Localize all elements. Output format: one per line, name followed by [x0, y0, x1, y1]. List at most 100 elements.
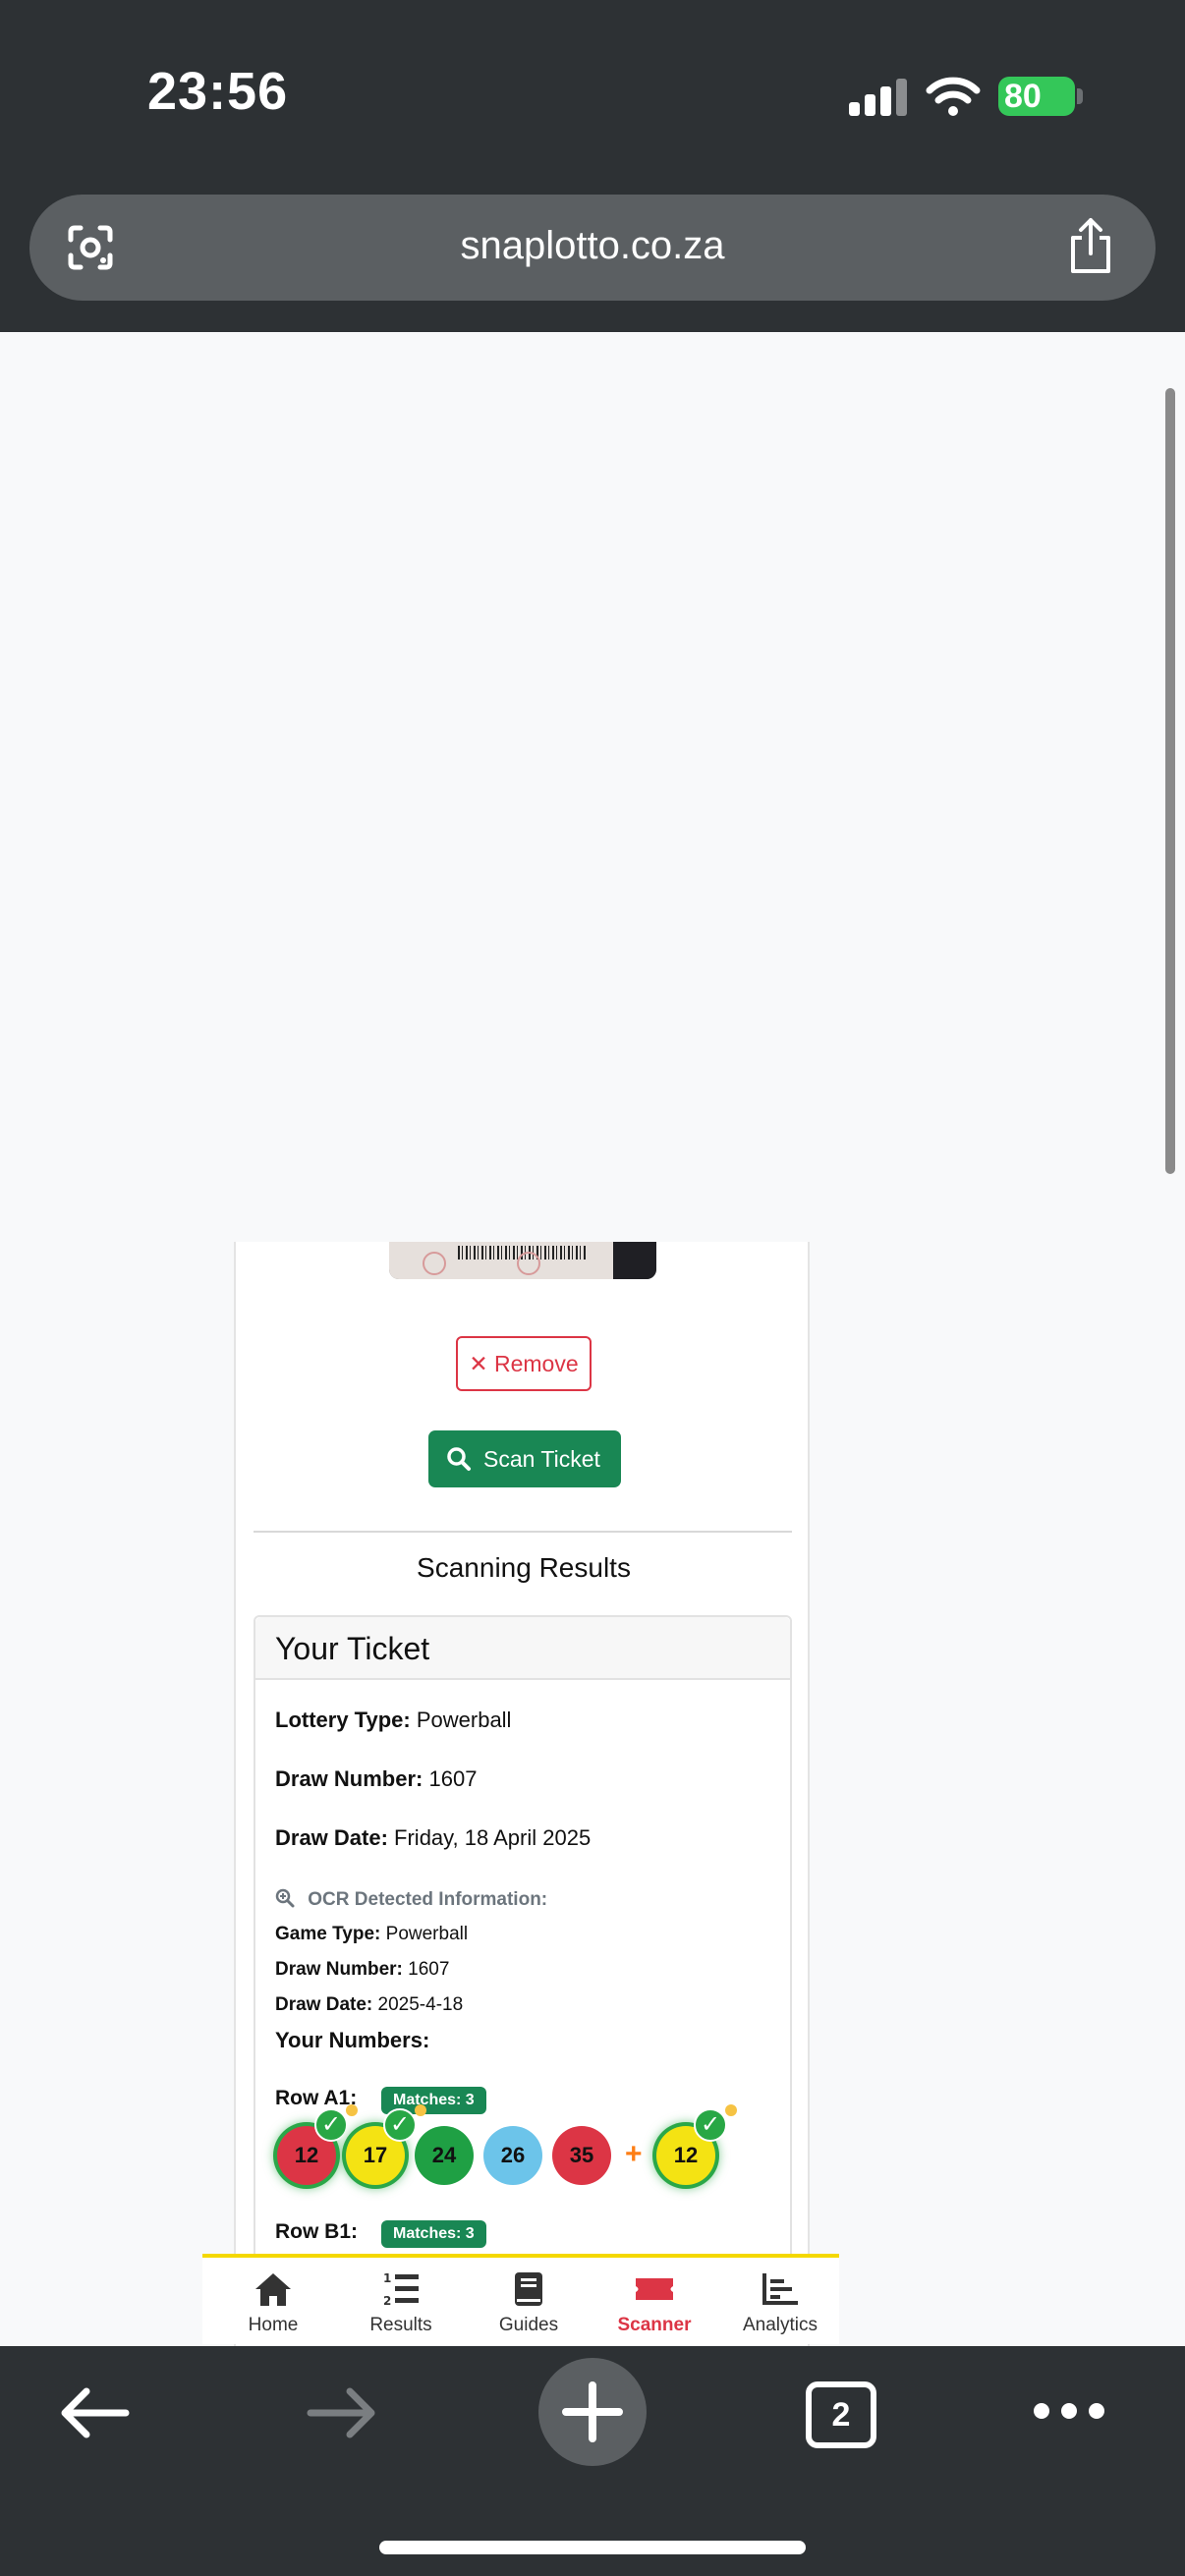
- section-divider: [254, 1531, 792, 1533]
- lotto-ball: 12 ✓: [277, 2104, 358, 2185]
- page-scrollbar[interactable]: [1165, 388, 1175, 1174]
- draw-date-value: Friday, 18 April 2025: [394, 1825, 592, 1850]
- ocr-info-heading: OCR Detected Information:: [275, 1888, 547, 1911]
- nav-home-label: Home: [248, 2315, 299, 2335]
- sparkle-icon: [415, 2104, 426, 2116]
- ticket-paper: [389, 1242, 613, 1279]
- ticket-stamp-icon: [423, 1252, 446, 1275]
- your-numbers-heading: Your Numbers:: [275, 2028, 430, 2052]
- ticket-details-card: Your Ticket Lottery Type: Powerball Draw…: [254, 1615, 792, 2323]
- lotto-ball: 24: [415, 2126, 474, 2185]
- draw-number-line: Draw Number: 1607: [275, 1766, 477, 1792]
- draw-date-line: Draw Date: Friday, 18 April 2025: [275, 1825, 591, 1851]
- home-indicator[interactable]: [379, 2541, 806, 2554]
- list-ordered-icon: 1 2: [383, 2271, 419, 2308]
- search-plus-icon: [275, 1888, 295, 1908]
- remove-button[interactable]: ✕ Remove: [456, 1336, 592, 1391]
- nav-home[interactable]: Home: [214, 2269, 332, 2336]
- remove-button-label: Remove: [494, 1351, 579, 1376]
- lottery-type-label: Lottery Type:: [275, 1708, 411, 1732]
- sparkle-icon: [725, 2104, 737, 2116]
- svg-text:2: 2: [383, 2294, 391, 2308]
- ocr-draw-number-label: Draw Number:: [275, 1959, 403, 1980]
- ocr-draw-date-value: 2025-4-18: [377, 1994, 464, 2015]
- row-label: Row A1:: [275, 2087, 358, 2109]
- share-icon[interactable]: [1065, 216, 1116, 275]
- ocr-draw-number-value: 1607: [408, 1959, 450, 1980]
- ball-number: 12: [294, 2143, 319, 2167]
- ticket-card-title: Your Ticket: [275, 1631, 430, 1666]
- results-title: Scanning Results: [417, 1552, 631, 1583]
- ocr-draw-date-line: Draw Date: 2025-4-18: [275, 1994, 463, 2016]
- browser-url-area: snaplotto.co.za: [0, 187, 1185, 332]
- lottery-type-value: Powerball: [416, 1708, 512, 1732]
- svg-text:1: 1: [383, 2271, 391, 2285]
- ocr-game-type-label: Game Type:: [275, 1924, 381, 1944]
- draw-date-label: Draw Date:: [275, 1825, 388, 1850]
- ocr-game-type-line: Game Type: Powerball: [275, 1924, 468, 1945]
- new-tab-button[interactable]: [538, 2358, 647, 2466]
- nav-results[interactable]: 1 2 Results: [342, 2269, 460, 2336]
- nav-results-label: Results: [369, 2315, 432, 2335]
- row-label: Row B1:: [275, 2220, 358, 2243]
- nav-scanner-label: Scanner: [617, 2315, 692, 2335]
- check-icon: ✓: [314, 2108, 348, 2142]
- page-viewport[interactable]: ✕ Remove Scan Ticket Scanning Results Yo…: [0, 332, 1185, 2346]
- tab-switcher-button[interactable]: 2: [806, 2381, 876, 2448]
- lottery-type-line: Lottery Type: Powerball: [275, 1708, 511, 1733]
- more-options-icon[interactable]: [1032, 2401, 1106, 2421]
- wifi-icon: [926, 77, 981, 116]
- back-arrow-icon[interactable]: [57, 2385, 130, 2440]
- book-icon: [515, 2272, 542, 2306]
- battery-indicator: 80: [998, 77, 1075, 116]
- ball-number: 17: [363, 2143, 388, 2167]
- ocr-game-type-value: Powerball: [385, 1924, 469, 1944]
- url-text: snaplotto.co.za: [460, 224, 725, 267]
- draw-number-value: 1607: [428, 1766, 478, 1791]
- status-bar: 23:56 80: [0, 0, 1185, 196]
- scanner-card: ✕ Remove Scan Ticket Scanning Results Yo…: [234, 1242, 810, 2346]
- ticket-image-preview: [389, 1242, 656, 1279]
- scan-button-label: Scan Ticket: [483, 1446, 600, 1472]
- nav-analytics[interactable]: Analytics: [721, 2269, 839, 2336]
- ball-number: 24: [431, 2143, 457, 2167]
- ticket-stamp-icon: [517, 1252, 540, 1275]
- lotto-ball: 35: [552, 2126, 611, 2185]
- address-bar[interactable]: snaplotto.co.za: [29, 195, 1156, 301]
- bottom-navigation: Home 1 2 Results Guides Scanner Analytic…: [202, 2254, 839, 2344]
- lotto-ball: 17 ✓: [346, 2104, 426, 2185]
- check-icon: ✓: [383, 2108, 417, 2142]
- nav-analytics-label: Analytics: [742, 2315, 818, 2335]
- draw-number-label: Draw Number:: [275, 1766, 423, 1791]
- ticket-card-header: Your Ticket: [255, 1617, 790, 1680]
- ticket-photo-background: [613, 1242, 656, 1279]
- powerball: 12 ✓: [656, 2104, 737, 2185]
- ball-number: 35: [569, 2143, 594, 2167]
- ball-number: 26: [500, 2143, 526, 2167]
- ticket-icon: [636, 2278, 673, 2300]
- home-icon: [255, 2273, 291, 2306]
- ocr-draw-number-line: Draw Number: 1607: [275, 1959, 449, 1981]
- status-time: 23:56: [147, 62, 289, 121]
- ocr-draw-date-label: Draw Date:: [275, 1994, 373, 2015]
- lotto-ball: 26: [483, 2126, 542, 2185]
- ball-number: 12: [673, 2143, 699, 2167]
- search-icon: [447, 1447, 471, 1471]
- ocr-info-title: OCR Detected Information:: [308, 1889, 548, 1910]
- nav-guides[interactable]: Guides: [470, 2269, 588, 2336]
- matches-badge: Matches: 3: [381, 2220, 486, 2248]
- battery-level: 80: [1004, 78, 1042, 115]
- close-icon: ✕: [469, 1351, 488, 1376]
- plus-icon: [562, 2381, 623, 2442]
- sparkle-icon: [346, 2104, 358, 2116]
- nav-scanner[interactable]: Scanner: [595, 2269, 713, 2336]
- check-icon: ✓: [694, 2108, 727, 2142]
- plus-separator: +: [625, 2138, 643, 2170]
- scan-ticket-button[interactable]: Scan Ticket: [428, 1430, 621, 1487]
- cellular-signal-icon: [849, 79, 908, 116]
- battery-tip: [1077, 88, 1083, 104]
- bar-chart-icon: [762, 2273, 798, 2305]
- browser-toolbar: 2: [0, 2346, 1185, 2576]
- nav-guides-label: Guides: [498, 2315, 559, 2335]
- forward-arrow-icon[interactable]: [307, 2385, 379, 2440]
